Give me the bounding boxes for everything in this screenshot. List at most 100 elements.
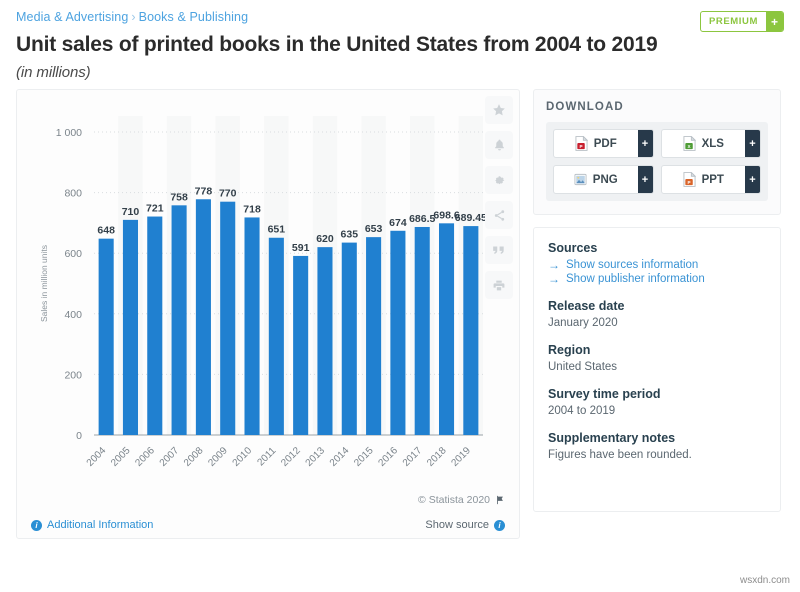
print-icon-button[interactable] (485, 271, 513, 299)
download-ppt-button[interactable]: P PPT + (660, 165, 761, 194)
svg-text:P: P (687, 180, 690, 185)
x-axis-tick-label: 2004 (85, 445, 109, 469)
gear-icon-button[interactable] (485, 166, 513, 194)
premium-badge-label: PREMIUM (708, 16, 758, 27)
x-axis-tick-label: 2010 (231, 445, 255, 469)
download-png-plus-icon[interactable]: + (637, 166, 653, 193)
survey-time-period-label: Survey time period (548, 387, 661, 401)
x-axis-tick-label: 2012 (279, 445, 303, 469)
bell-icon-button[interactable] (485, 131, 513, 159)
share-icon (494, 209, 504, 221)
bar-value-label: 674 (389, 217, 407, 229)
bar[interactable] (463, 226, 479, 435)
bar[interactable] (438, 223, 455, 435)
premium-badge[interactable]: PREMIUM + (699, 11, 784, 32)
supplementary-notes-label: Supplementary notes (548, 431, 676, 445)
x-axis-tick-label: 2006 (133, 445, 157, 469)
bar[interactable] (244, 217, 260, 435)
breadcrumb-item-category[interactable]: Media & Advertising (16, 10, 128, 24)
bell-icon (494, 139, 504, 151)
bar[interactable] (414, 226, 430, 435)
x-axis-tick-label: 2007 (158, 445, 182, 469)
download-xls-button[interactable]: X XLS + (660, 129, 761, 158)
show-publisher-information-label: Show publisher information (566, 273, 705, 285)
bar[interactable] (98, 238, 114, 435)
star-icon-button[interactable] (485, 96, 513, 124)
x-axis-tick-label: 2018 (425, 445, 449, 469)
bar-value-label: 689.45 (455, 212, 487, 224)
info-icon: i (494, 519, 505, 531)
download-xls-plus-icon[interactable]: + (745, 130, 760, 157)
release-date-label: Release date (548, 299, 625, 313)
download-png-button[interactable]: PNG + (553, 165, 654, 194)
bar[interactable] (317, 247, 333, 435)
bar-value-label: 686.5 (409, 213, 435, 225)
chart-plot: 0 200 400 600 800 1 000 Sales in million units… (17, 90, 519, 538)
share-icon-button[interactable] (485, 201, 513, 229)
y-axis-tick-label: 200 (64, 369, 82, 381)
bar[interactable] (171, 205, 187, 435)
premium-badge-plus-icon: + (766, 12, 783, 31)
bar[interactable] (122, 219, 139, 435)
breadcrumb-separator: › (131, 10, 136, 24)
page-header: Media & Advertising › Books & Publishing U… (0, 0, 800, 81)
bar[interactable] (268, 237, 284, 435)
x-axis-tick-label: 2014 (328, 445, 352, 469)
x-axis-tick-label: 2016 (377, 445, 401, 469)
x-axis-tick-label: 2017 (401, 445, 425, 469)
bar[interactable] (195, 199, 211, 435)
download-pdf-main[interactable]: P PDF (554, 130, 638, 157)
x-axis-tick-label: 2019 (449, 445, 473, 469)
x-axis-tick-label: 2015 (352, 445, 376, 469)
show-source-link[interactable]: Show source i (425, 519, 505, 531)
download-pdf-plus-icon[interactable]: + (637, 130, 653, 157)
info-icon: i (31, 519, 42, 531)
chart-footer: i Additional Information Show source i (17, 512, 519, 538)
bar[interactable] (341, 242, 357, 435)
bar-value-label: 620 (316, 233, 334, 245)
print-icon (493, 280, 505, 290)
xls-file-icon: X (683, 136, 696, 151)
bar-value-label: 721 (146, 203, 164, 215)
show-publisher-information-link[interactable]: → Show publisher information (548, 273, 766, 285)
chart-credit-text: © Statista 2020 (418, 494, 490, 506)
download-png-main[interactable]: PNG (554, 166, 638, 193)
download-pdf-button[interactable]: P PDF + (553, 129, 654, 158)
x-axis-tick-label: 2011 (255, 445, 278, 468)
survey-time-period-value: 2004 to 2019 (548, 405, 616, 417)
download-ppt-label: PPT (701, 173, 724, 186)
watermark: wsxdn.com (739, 575, 790, 586)
bar[interactable] (147, 216, 163, 435)
bar-value-label: 635 (341, 229, 359, 241)
arrow-right-icon: → (548, 258, 560, 272)
bar[interactable] (220, 201, 236, 435)
bar[interactable] (390, 230, 406, 435)
breadcrumb-item-subcategory[interactable]: Books & Publishing (139, 10, 249, 24)
quote-icon-button[interactable] (485, 236, 513, 264)
bar[interactable] (293, 255, 309, 435)
bar-value-label: 778 (195, 185, 213, 197)
download-xls-main[interactable]: X XLS (662, 130, 746, 157)
bar-chart: 0 200 400 600 800 1 000 Sales in million units… (39, 116, 487, 469)
download-panel: DOWNLOAD P PDF + X XLS + PNG + P PPT + (533, 89, 781, 215)
download-ppt-plus-icon[interactable]: + (745, 166, 760, 193)
sources-heading: Sources (548, 241, 598, 255)
chart-tool-rail (485, 96, 513, 299)
chart-card: 0 200 400 600 800 1 000 Sales in million units… (16, 89, 520, 539)
download-button-grid: P PDF + X XLS + PNG + P PPT + (546, 122, 768, 201)
download-ppt-main[interactable]: P PPT (662, 166, 746, 193)
x-axis-tick-label: 2005 (109, 445, 133, 469)
quote-icon (493, 246, 504, 254)
additional-information-link[interactable]: i Additional Information (31, 519, 153, 531)
bar[interactable] (366, 237, 382, 435)
show-sources-information-link[interactable]: → Show sources information (548, 259, 766, 271)
page-subtitle: (in millions) (16, 64, 91, 81)
bar-value-label: 651 (268, 224, 286, 236)
x-axis-tick-label: 2013 (304, 445, 328, 469)
svg-text:P: P (579, 144, 582, 149)
png-file-icon (574, 173, 587, 186)
flag-icon (497, 495, 503, 505)
bar-value-label: 653 (365, 223, 383, 235)
x-axis-tick-label: 2008 (182, 445, 206, 469)
x-axis-tick-label: 2009 (206, 445, 230, 469)
